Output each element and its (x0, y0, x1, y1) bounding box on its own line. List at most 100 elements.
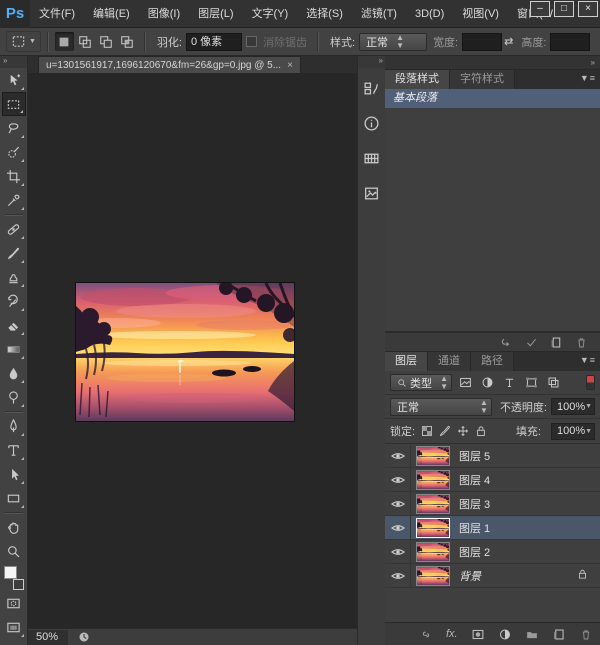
layer-row-5[interactable]: 图层 5 (385, 444, 600, 468)
lasso-tool[interactable] (2, 116, 26, 140)
lock-transparency-icon[interactable] (421, 425, 433, 437)
collapse-panels-icon[interactable]: » (385, 56, 600, 70)
minimize-button[interactable]: – (530, 1, 550, 17)
layer-thumbnail[interactable] (416, 470, 450, 490)
filter-kind-dropdown[interactable]: 类型 ▲▼ (390, 374, 452, 391)
apply-check-icon[interactable] (525, 336, 538, 349)
document-tab[interactable]: u=1301561917,1696120670&fm=26&gp=0.jpg @… (38, 56, 301, 73)
background-color-swatch[interactable] (13, 579, 24, 590)
width-input[interactable] (462, 33, 502, 51)
filter-pixel-layers-icon[interactable] (457, 375, 474, 391)
layer-name[interactable]: 图层 4 (459, 472, 490, 488)
eyedropper-tool[interactable] (2, 188, 26, 212)
filter-adjustment-layers-icon[interactable] (479, 375, 496, 391)
properties-panel-icon[interactable] (359, 178, 385, 208)
layer-thumbnail[interactable] (416, 446, 450, 466)
layer-row-4[interactable]: 图层 4 (385, 468, 600, 492)
layer-name[interactable]: 图层 1 (459, 520, 490, 536)
panel-menu-icon[interactable]: ▼≡ (580, 355, 596, 365)
blend-mode-dropdown[interactable]: 正常 ▲▼ (390, 398, 492, 416)
tab-character-styles[interactable]: 字符样式 (450, 70, 515, 89)
layer-row-2[interactable]: 图层 2 (385, 540, 600, 564)
crop-tool[interactable] (2, 164, 26, 188)
hand-tool[interactable] (2, 515, 26, 539)
subtract-from-selection-button[interactable] (97, 32, 116, 51)
style-item-basic-paragraph[interactable]: 基本段落 (385, 89, 600, 108)
menu-3d[interactable]: 3D(D) (406, 0, 453, 28)
visibility-toggle[interactable] (385, 540, 411, 564)
pen-tool[interactable] (2, 414, 26, 438)
rectangular-marquee-tool[interactable] (2, 92, 26, 116)
screen-mode-button[interactable] (2, 615, 26, 639)
collapse-tools-icon[interactable]: » (0, 56, 27, 68)
layer-thumbnail[interactable] (416, 566, 450, 586)
lock-position-icon[interactable] (457, 425, 469, 437)
menu-layer[interactable]: 图层(L) (189, 0, 242, 28)
menu-image[interactable]: 图像(I) (139, 0, 189, 28)
spot-healing-brush-tool[interactable] (2, 217, 26, 241)
dodge-tool[interactable] (2, 385, 26, 409)
opacity-value[interactable]: 100%▼ (551, 398, 595, 415)
layer-name[interactable]: 图层 5 (459, 448, 490, 464)
menu-filter[interactable]: 滤镜(T) (352, 0, 406, 28)
visibility-toggle[interactable] (385, 492, 411, 516)
filter-type-layers-icon[interactable] (501, 375, 518, 391)
add-layer-mask-icon[interactable] (471, 628, 485, 641)
intersect-selection-button[interactable] (118, 32, 137, 51)
filter-smart-objects-icon[interactable] (545, 375, 562, 391)
layer-row-1-selected[interactable]: 图层 1 (385, 516, 600, 540)
height-input[interactable] (550, 33, 590, 51)
menu-edit[interactable]: 编辑(E) (84, 0, 139, 28)
history-panel-icon[interactable] (359, 73, 385, 103)
layer-name[interactable]: 图层 3 (459, 496, 490, 512)
maximize-button[interactable]: □ (554, 1, 574, 17)
add-to-selection-button[interactable] (76, 32, 95, 51)
info-panel-icon[interactable] (359, 108, 385, 138)
link-layers-icon[interactable] (419, 628, 433, 641)
layer-thumbnail[interactable] (416, 494, 450, 514)
canvas-pasteboard[interactable] (28, 73, 357, 628)
visibility-toggle[interactable] (385, 564, 411, 588)
menu-view[interactable]: 视图(V) (453, 0, 508, 28)
adjustment-layer-icon[interactable] (498, 628, 512, 641)
quick-selection-tool[interactable] (2, 140, 26, 164)
close-button[interactable]: × (578, 1, 598, 17)
brush-tool[interactable] (2, 241, 26, 265)
expand-panels-icon[interactable]: » (358, 56, 385, 68)
shape-tool[interactable] (2, 486, 26, 510)
layer-name[interactable]: 图层 2 (459, 544, 490, 560)
blur-tool[interactable] (2, 361, 26, 385)
tab-paragraph-styles[interactable]: 段落样式 (385, 70, 450, 89)
tab-layers[interactable]: 图层 (385, 352, 428, 371)
tab-channels[interactable]: 通道 (428, 352, 471, 371)
clear-override-icon[interactable] (500, 336, 513, 349)
new-group-icon[interactable] (525, 628, 539, 641)
lock-all-icon[interactable] (475, 425, 487, 437)
eraser-tool[interactable] (2, 313, 26, 337)
menu-file[interactable]: 文件(F) (30, 0, 84, 28)
feather-input[interactable]: 0 像素 (186, 33, 242, 51)
style-dropdown[interactable]: 正常 ▲▼ (359, 33, 427, 51)
menu-type[interactable]: 文字(Y) (243, 0, 298, 28)
tool-preset-picker[interactable]: ▼ (6, 31, 41, 52)
menu-select[interactable]: 选择(S) (297, 0, 352, 28)
fill-value[interactable]: 100%▼ (551, 423, 595, 440)
layer-thumbnail[interactable] (416, 518, 450, 538)
panel-menu-icon[interactable]: ▼≡ (580, 73, 596, 83)
history-brush-tool[interactable] (2, 289, 26, 313)
path-selection-tool[interactable] (2, 462, 26, 486)
layer-name[interactable]: 背景 (459, 568, 481, 584)
antialias-checkbox[interactable] (246, 36, 257, 47)
new-style-icon[interactable] (550, 336, 563, 349)
canvas-image[interactable] (76, 283, 294, 421)
zoom-level-field[interactable]: 50% (28, 630, 68, 645)
visibility-toggle[interactable] (385, 444, 411, 468)
lock-pixels-icon[interactable] (439, 425, 451, 437)
type-tool[interactable] (2, 438, 26, 462)
zoom-tool[interactable] (2, 539, 26, 563)
move-tool[interactable] (2, 68, 26, 92)
new-layer-icon[interactable] (552, 628, 566, 641)
swap-dimensions-icon[interactable]: ⇄ (504, 35, 513, 48)
filter-toggle-switch[interactable] (586, 375, 595, 390)
tab-paths[interactable]: 路径 (471, 352, 514, 371)
